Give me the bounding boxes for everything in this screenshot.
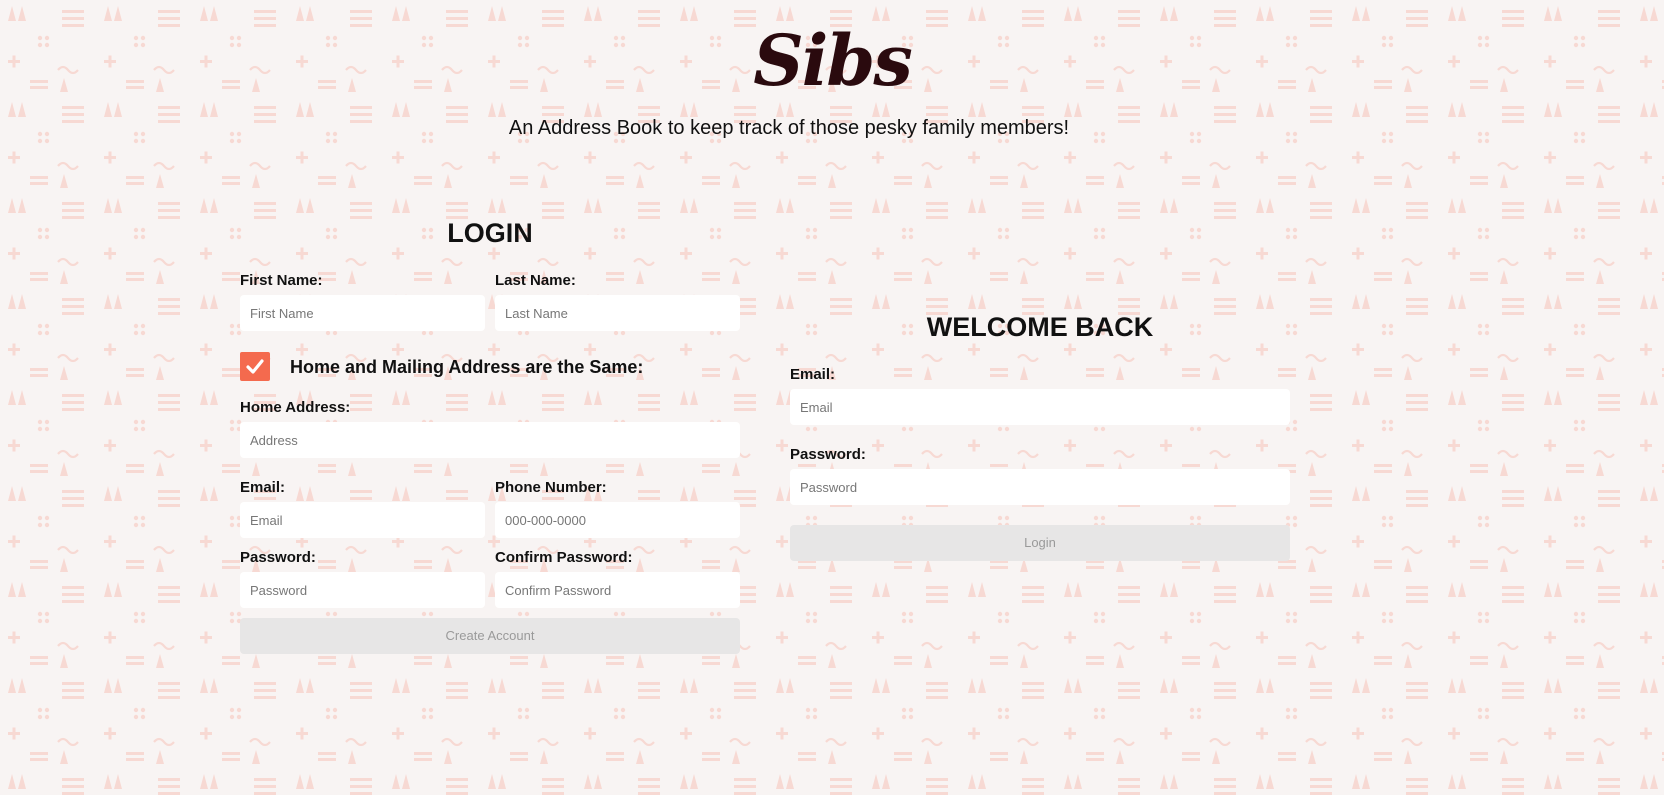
signup-email-label: Email: [240, 479, 286, 496]
same-address-checkbox[interactable] [240, 352, 270, 381]
phone-number-input[interactable] [495, 502, 740, 538]
signup-password-input[interactable] [240, 572, 485, 608]
same-address-label: Home and Mailing Address are the Same: [290, 357, 644, 377]
page-content: Sibs An Address Book to keep track of th… [0, 0, 1664, 795]
confirm-password-input[interactable] [495, 572, 740, 608]
first-name-input[interactable] [240, 295, 485, 331]
checkmark-icon [246, 359, 264, 374]
confirm-password-label: Confirm Password: [495, 549, 633, 566]
login-email-label: Email: [790, 366, 836, 383]
login-password-input[interactable] [790, 469, 1290, 505]
login-password-label: Password: [790, 446, 866, 463]
login-email-input[interactable] [790, 389, 1290, 425]
last-name-label: Last Name: [495, 272, 576, 289]
signup-title: LOGIN [447, 218, 533, 248]
create-account-button[interactable]: Create Account [240, 618, 740, 654]
home-address-input[interactable] [240, 422, 740, 458]
app-tagline: An Address Book to keep track of those p… [508, 117, 1070, 139]
login-button[interactable]: Login [790, 525, 1290, 561]
phone-number-label: Phone Number: [495, 479, 607, 496]
home-address-label: Home Address: [240, 399, 351, 416]
signup-email-input[interactable] [240, 502, 485, 538]
signup-password-label: Password: [240, 549, 316, 566]
first-name-label: First Name: [240, 272, 323, 289]
login-title: WELCOME BACK [926, 312, 1154, 342]
app-logo: Sibs [753, 19, 913, 102]
last-name-input[interactable] [495, 295, 740, 331]
